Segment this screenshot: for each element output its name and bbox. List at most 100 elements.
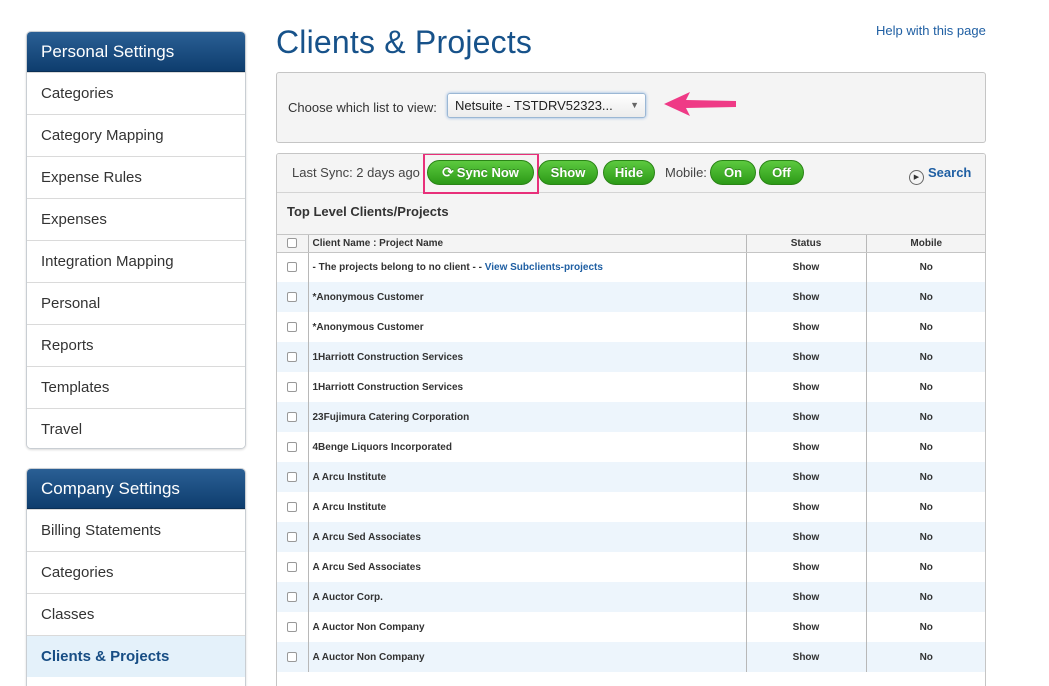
row-mobile: No <box>866 282 985 312</box>
row-checkbox[interactable] <box>287 651 298 662</box>
row-checkbox[interactable] <box>287 351 298 362</box>
row-checkbox[interactable] <box>287 262 298 273</box>
row-checkbox[interactable] <box>287 471 298 482</box>
row-name[interactable]: *Anonymous Customer <box>308 312 747 342</box>
row-check-cell <box>277 342 309 372</box>
search-link[interactable]: ▶ Search <box>909 165 971 185</box>
column-header-name[interactable]: Client Name : Project Name <box>308 235 747 253</box>
row-status: Show <box>746 642 867 672</box>
sidebar-item-category-mapping[interactable]: Category Mapping <box>27 114 245 156</box>
row-checkbox[interactable] <box>287 291 298 302</box>
mobile-off-button[interactable]: Off <box>759 160 804 185</box>
table-header-row: Client Name : Project Name Status Mobile <box>277 235 985 253</box>
row-checkbox[interactable] <box>287 441 298 452</box>
row-status: Show <box>746 552 867 582</box>
row-checkbox[interactable] <box>287 321 298 332</box>
row-status: Show <box>746 432 867 462</box>
row-name[interactable]: A Arcu Institute <box>308 492 747 522</box>
company-settings-title: Company Settings <box>27 469 245 509</box>
row-checkbox[interactable] <box>287 531 298 542</box>
row-name[interactable]: 1Harriott Construction Services <box>308 342 747 372</box>
row-check-cell <box>277 552 309 582</box>
row-check-cell <box>277 462 309 492</box>
row-status: Show <box>746 252 867 282</box>
list-select-value: Netsuite - TSTDRV52323... <box>455 98 613 113</box>
sidebar-item-integration-mapping[interactable]: Integration Mapping <box>27 240 245 282</box>
sidebar-item-travel[interactable]: Travel <box>27 408 245 448</box>
row-name[interactable]: A Auctor Non Company <box>308 612 747 642</box>
mobile-on-button[interactable]: On <box>710 160 756 185</box>
table-row: - The projects belong to no client - - V… <box>277 252 985 282</box>
view-subclients-link[interactable]: View Subclients-projects <box>485 262 603 273</box>
column-header-mobile[interactable]: Mobile <box>866 235 985 253</box>
play-icon: ▶ <box>909 170 924 185</box>
table-row: A Arcu Sed Associates Show No <box>277 522 985 552</box>
row-name[interactable]: A Arcu Sed Associates <box>308 552 747 582</box>
column-header-status[interactable]: Status <box>746 235 867 253</box>
row-check-cell <box>277 252 309 282</box>
row-check-cell <box>277 642 309 672</box>
row-name-cell: - The projects belong to no client - - V… <box>308 252 747 282</box>
row-check-cell <box>277 282 309 312</box>
table-row: *Anonymous Customer Show No <box>277 282 985 312</box>
row-checkbox[interactable] <box>287 381 298 392</box>
sidebar-item-clients-projects[interactable]: Clients & Projects <box>27 635 245 677</box>
select-all-checkbox[interactable] <box>287 238 298 249</box>
row-status: Show <box>746 402 867 432</box>
row-status: Show <box>746 462 867 492</box>
table-row: *Anonymous Customer Show No <box>277 312 985 342</box>
sync-now-button[interactable]: ⟳ Sync Now <box>427 160 534 185</box>
sidebar-item-classes[interactable]: Classes <box>27 593 245 635</box>
row-name[interactable]: 23Fujimura Catering Corporation <box>308 402 747 432</box>
sidebar-item-company-categories[interactable]: Categories <box>27 551 245 593</box>
chooser-label: Choose which list to view: <box>288 100 437 115</box>
row-name[interactable]: A Arcu Sed Associates <box>308 522 747 552</box>
row-mobile: No <box>866 462 985 492</box>
sidebar-item-expenses[interactable]: Expenses <box>27 198 245 240</box>
row-name[interactable]: A Auctor Non Company <box>308 642 747 672</box>
row-name[interactable]: A Auctor Corp. <box>308 582 747 612</box>
show-button[interactable]: Show <box>538 160 598 185</box>
list-chooser: Choose which list to view: Netsuite - TS… <box>276 72 986 143</box>
row-mobile: No <box>919 501 933 513</box>
row-check-cell <box>277 432 309 462</box>
personal-settings-panel: Personal Settings Categories Category Ma… <box>26 31 246 449</box>
row-status: Show <box>746 312 867 342</box>
hide-button[interactable]: Hide <box>603 160 655 185</box>
row-name[interactable]: 4Benge Liquors Incorporated <box>308 432 747 462</box>
table-row: A Auctor Non Company Show No <box>277 612 985 642</box>
row-checkbox[interactable] <box>287 561 298 572</box>
list-select[interactable]: Netsuite - TSTDRV52323... ▼ <box>447 93 646 118</box>
pink-arrow-annotation <box>664 92 736 116</box>
row-check-cell <box>277 612 309 642</box>
row-name[interactable]: A Arcu Institute <box>308 462 747 492</box>
row-name[interactable]: *Anonymous Customer <box>308 282 747 312</box>
row-status: Show <box>746 612 867 642</box>
row-checkbox[interactable] <box>287 501 298 512</box>
table-row: 4Benge Liquors Incorporated Show No <box>277 432 985 462</box>
row-checkbox[interactable] <box>287 411 298 422</box>
row-checkbox[interactable] <box>287 621 298 632</box>
table-row: A Auctor Non Company Show No <box>277 642 985 672</box>
chevron-down-icon: ▼ <box>630 100 639 110</box>
help-link[interactable]: Help with this page <box>876 23 986 38</box>
refresh-icon: ⟳ <box>442 164 454 180</box>
sidebar-item-reports[interactable]: Reports <box>27 324 245 366</box>
table-row: 1Harriott Construction Services Show No <box>277 342 985 372</box>
table-row: 1Harriott Construction Services Show No <box>277 372 985 402</box>
toolbar: Last Sync: 2 days ago ⟳ Sync Now Show Hid… <box>277 154 985 194</box>
sidebar-item-billing-statements[interactable]: Billing Statements <box>27 509 245 551</box>
row-name[interactable]: 1Harriott Construction Services <box>308 372 747 402</box>
row-check-cell <box>277 492 309 522</box>
row-status: Show <box>746 522 867 552</box>
row-checkbox[interactable] <box>287 591 298 602</box>
sync-now-label: Sync Now <box>456 165 519 180</box>
sidebar-item-templates[interactable]: Templates <box>27 366 245 408</box>
row-check-cell <box>277 522 309 552</box>
row-mobile: No <box>866 642 985 672</box>
section-title: Top Level Clients/Projects <box>277 193 985 235</box>
sidebar-item-personal[interactable]: Personal <box>27 282 245 324</box>
row-check-cell <box>277 402 309 432</box>
sidebar-item-expense-rules[interactable]: Expense Rules <box>27 156 245 198</box>
sidebar-item-categories[interactable]: Categories <box>27 72 245 114</box>
